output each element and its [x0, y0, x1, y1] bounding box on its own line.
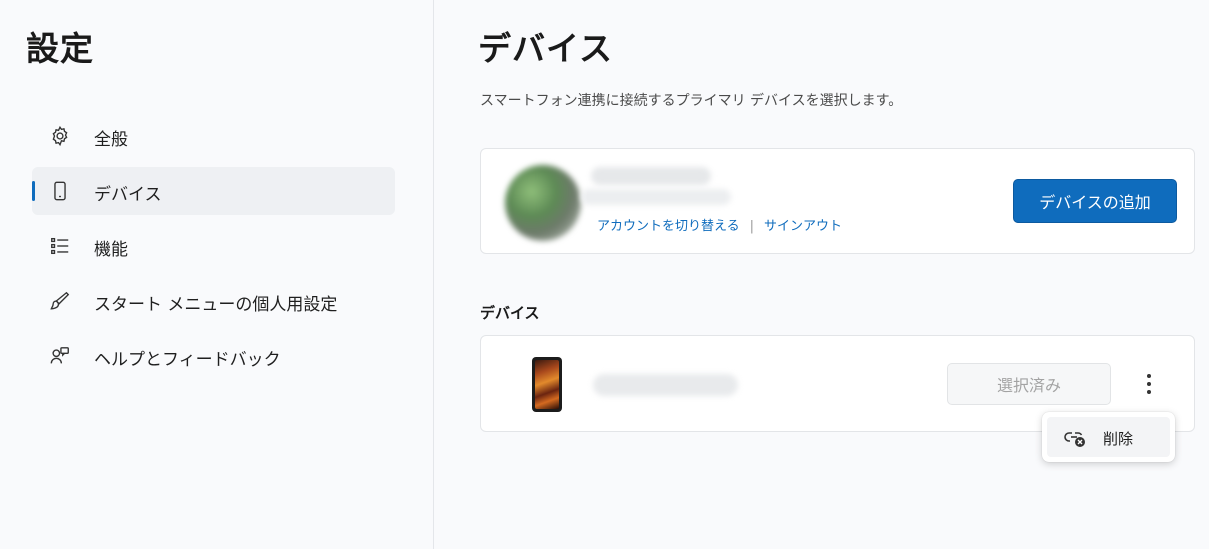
- sidebar-item-label: 全般: [94, 130, 128, 150]
- redacted-device-name: [593, 374, 738, 396]
- more-vertical-icon: [1147, 374, 1151, 394]
- unlink-icon: [1064, 432, 1085, 447]
- phone-icon: [48, 179, 72, 203]
- device-wallpaper: [535, 360, 559, 409]
- sidebar: 設定 全般 デバイス 機能 スタート メニューの個人用設定 ヘルプとフィードバッ…: [0, 0, 434, 549]
- avatar: [505, 165, 581, 241]
- sign-out-link[interactable]: サインアウト: [764, 219, 842, 234]
- gear-icon: [48, 124, 72, 148]
- brush-icon: [48, 289, 72, 313]
- redacted-account-name: [591, 167, 711, 185]
- context-menu: 削除: [1042, 412, 1175, 462]
- sidebar-item-label: ヘルプとフィードバック: [94, 350, 281, 370]
- selected-button[interactable]: 選択済み: [947, 363, 1111, 405]
- main-content: デバイス スマートフォン連携に接続するプライマリ デバイスを選択します。 アカウ…: [435, 0, 1209, 549]
- delete-menu-item[interactable]: 削除: [1047, 417, 1170, 457]
- link-separator: |: [749, 219, 755, 234]
- sidebar-item-start-menu-personalization[interactable]: スタート メニューの個人用設定: [32, 277, 395, 325]
- sidebar-item-general[interactable]: 全般: [32, 112, 395, 160]
- account-card: アカウントを切り替える | サインアウト デバイスの追加: [480, 148, 1195, 254]
- sidebar-item-label: デバイス: [94, 185, 162, 205]
- sidebar-item-help-feedback[interactable]: ヘルプとフィードバック: [32, 332, 395, 380]
- sidebar-item-label: 機能: [94, 240, 128, 260]
- switch-account-link[interactable]: アカウントを切り替える: [597, 219, 740, 234]
- sidebar-item-features[interactable]: 機能: [32, 222, 395, 270]
- device-thumbnail: [532, 357, 562, 412]
- sidebar-item-label: スタート メニューの個人用設定: [94, 295, 338, 315]
- delete-label: 削除: [1103, 430, 1134, 448]
- add-device-button[interactable]: デバイスの追加: [1013, 179, 1177, 223]
- selection-indicator: [32, 181, 35, 201]
- list-icon: [48, 234, 72, 258]
- devices-section-title: デバイス: [480, 304, 540, 322]
- page-title: デバイス: [478, 29, 614, 68]
- sidebar-title: 設定: [26, 29, 94, 68]
- settings-window: 設定 全般 デバイス 機能 スタート メニューの個人用設定 ヘルプとフィードバッ…: [0, 0, 1209, 549]
- help-icon: [48, 344, 72, 368]
- sidebar-item-devices[interactable]: デバイス: [32, 167, 395, 215]
- more-options-button[interactable]: [1135, 370, 1163, 398]
- page-subtitle: スマートフォン連携に接続するプライマリ デバイスを選択します。: [480, 93, 903, 109]
- redacted-account-email: [581, 189, 731, 205]
- account-links: アカウントを切り替える | サインアウト: [597, 215, 842, 234]
